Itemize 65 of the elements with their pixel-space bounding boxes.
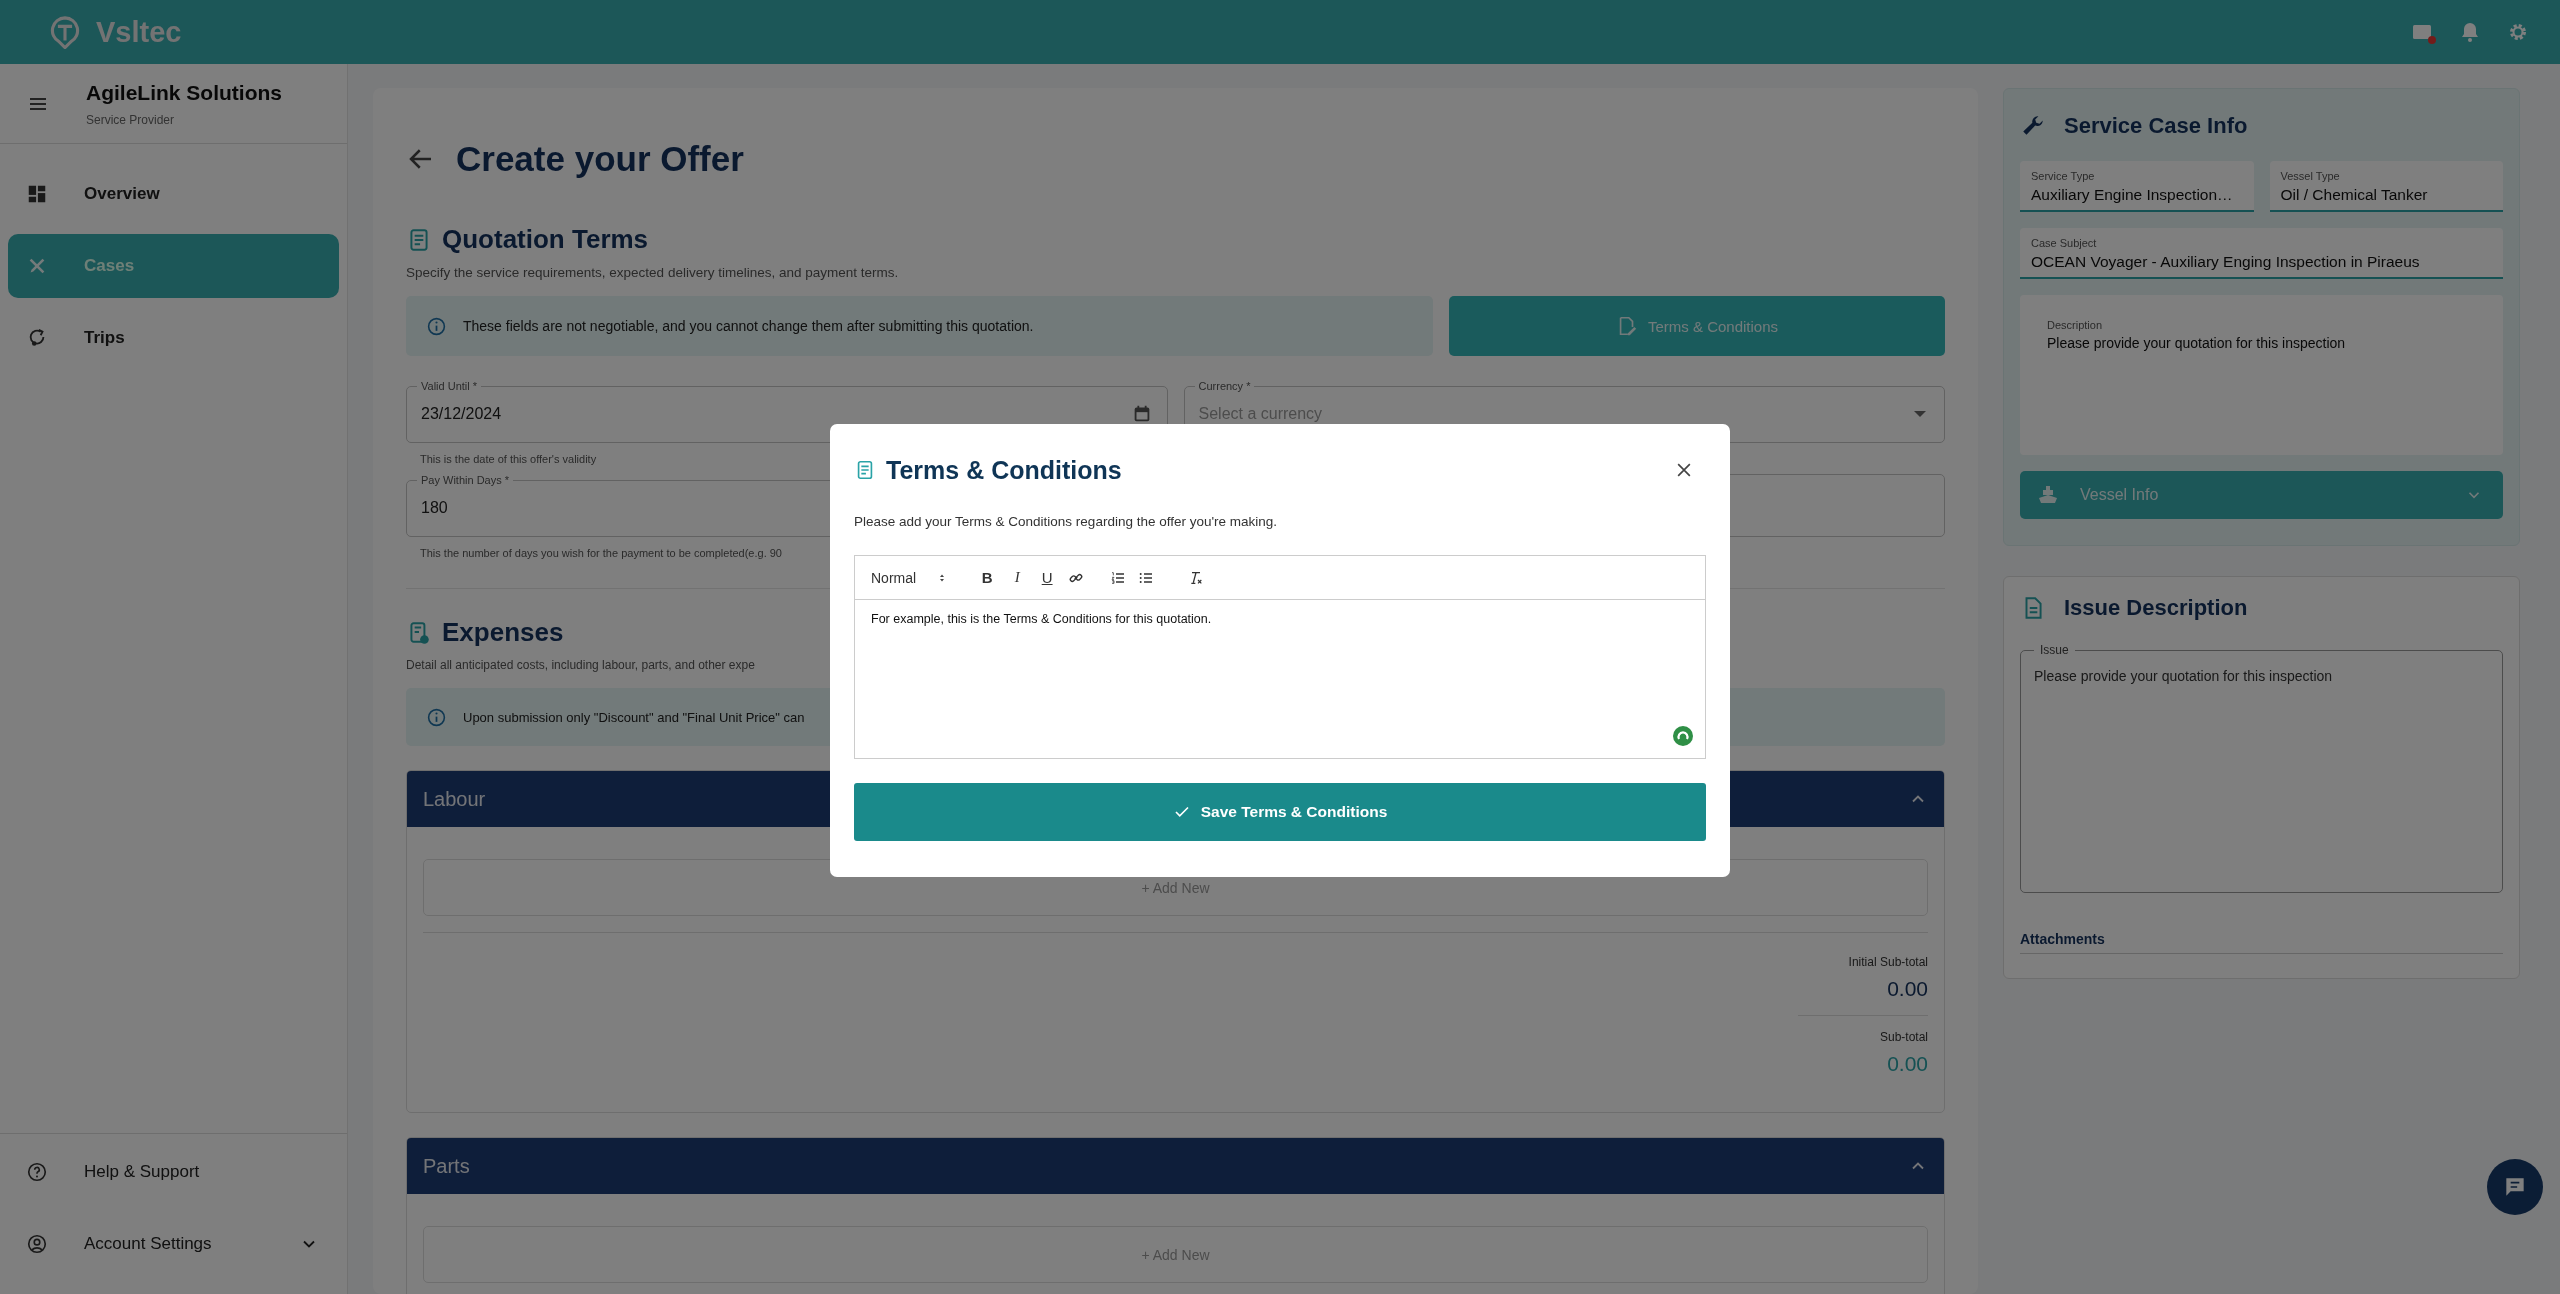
logo-text: Vsltec bbox=[96, 15, 182, 49]
save-button[interactable]: Save Terms & Conditions bbox=[854, 783, 1706, 841]
notice-text: Upon submission only "Discount" and "Final Unit Price" can bbox=[463, 709, 805, 725]
unread-dot bbox=[2428, 36, 2436, 44]
dashboard-icon bbox=[26, 183, 48, 205]
attachments-heading: Attachments bbox=[2020, 931, 2503, 954]
text-area[interactable]: Description Please provide your quotation for this inspection bbox=[2020, 295, 2503, 455]
section-description: Detail all anticipated costs, including labour, parts, and other expe bbox=[406, 658, 756, 672]
field-value: 23/12/2024 bbox=[421, 405, 502, 423]
field-label: Service Type bbox=[2031, 170, 2096, 182]
company-name: AgileLink Solutions bbox=[86, 80, 282, 105]
total-label: Initial Sub-total bbox=[1848, 955, 1928, 969]
text-area[interactable]: Issue Please provide your quotation for this inspection bbox=[2020, 643, 2503, 893]
dropdown-caret-icon bbox=[1914, 411, 1926, 417]
total-value: 0.00 bbox=[1887, 977, 1928, 1001]
field-label: Currency * bbox=[1197, 380, 1252, 392]
field-value: OCEAN Voyager - Auxiliary Enging Inspection in Piraeus bbox=[2031, 253, 2421, 271]
account-icon bbox=[26, 1233, 48, 1255]
field-value: Auxiliary Engine Inspection… bbox=[2031, 186, 2234, 204]
editor-content[interactable]: For example, this is the Terms & Conditions for this quotation. bbox=[855, 600, 1705, 758]
logo-icon bbox=[48, 15, 82, 49]
notice-text: These fields are not negotiable, and you cannot change them after submitting this quotation. bbox=[463, 318, 1034, 334]
nav-item[interactable]: Account Settings bbox=[8, 1212, 339, 1276]
section-title: Quotation Terms bbox=[442, 224, 649, 255]
nav-item[interactable]: Overview bbox=[8, 162, 339, 226]
total-label: Sub-total bbox=[1879, 1030, 1928, 1044]
field-label: Vessel Type bbox=[2280, 170, 2341, 182]
field-label: Valid Until * bbox=[420, 380, 479, 392]
clear-format-icon[interactable] bbox=[1188, 569, 1205, 586]
field-value: 180 bbox=[421, 499, 448, 517]
input-field[interactable]: Vessel Type Oil / Chemical Tanker bbox=[2269, 161, 2503, 212]
panel-header[interactable]: Parts bbox=[407, 1138, 1944, 1194]
role-label: Service Provider bbox=[86, 112, 176, 127]
helper-text: This the number of days you wish for the payment to be completed(e.g. 90 bbox=[420, 547, 782, 559]
italic-button[interactable]: I bbox=[1008, 569, 1027, 586]
input-field[interactable]: Service Type Auxiliary Engine Inspection… bbox=[2020, 161, 2254, 212]
format-select[interactable]: Normal bbox=[871, 569, 949, 586]
input-field[interactable]: Case Subject OCEAN Voyager - Auxiliary Enging Inspection in Piraeus bbox=[2020, 228, 2503, 279]
section-title: Expenses bbox=[442, 617, 564, 648]
info-icon bbox=[426, 706, 447, 728]
nav-item[interactable]: Help & Support bbox=[8, 1140, 339, 1204]
assistant-icon[interactable] bbox=[1671, 724, 1695, 748]
field-value: Please provide your quotation for this inspection bbox=[2047, 335, 2347, 351]
page-title: Create your Offer bbox=[456, 139, 744, 179]
panel-title: Issue Description bbox=[2064, 595, 2248, 621]
field-label: Case Subject bbox=[2031, 237, 2098, 249]
underline-button[interactable]: U bbox=[1038, 569, 1057, 586]
help-icon bbox=[26, 1161, 48, 1183]
field-label: Description bbox=[2047, 319, 2104, 331]
bold-button[interactable]: B bbox=[978, 569, 997, 586]
section-description: Specify the service requirements, expected delivery timelines, and payment terms. bbox=[406, 265, 900, 280]
chat-button[interactable] bbox=[2487, 1159, 2543, 1215]
editor-text: For example, this is the Terms & Conditions for this quotation. bbox=[871, 612, 1213, 626]
panel-title: Parts bbox=[423, 1154, 470, 1178]
field-label: Issue bbox=[2039, 643, 2070, 657]
panel-title: Service Case Info bbox=[2064, 113, 2248, 139]
numbered-list-icon[interactable] bbox=[1110, 569, 1127, 586]
total-value: 0.00 bbox=[1887, 1052, 1928, 1076]
field-value: Please provide your quotation for this inspection bbox=[2034, 668, 2333, 684]
field-label: Pay Within Days * bbox=[420, 474, 511, 486]
helper-text: This is the date of this offer's validity bbox=[420, 453, 597, 465]
panel-title: Labour bbox=[423, 787, 486, 811]
field-value: Oil / Chemical Tanker bbox=[2280, 186, 2429, 204]
info-icon bbox=[426, 315, 447, 337]
nav-item[interactable]: Trips bbox=[8, 306, 339, 370]
